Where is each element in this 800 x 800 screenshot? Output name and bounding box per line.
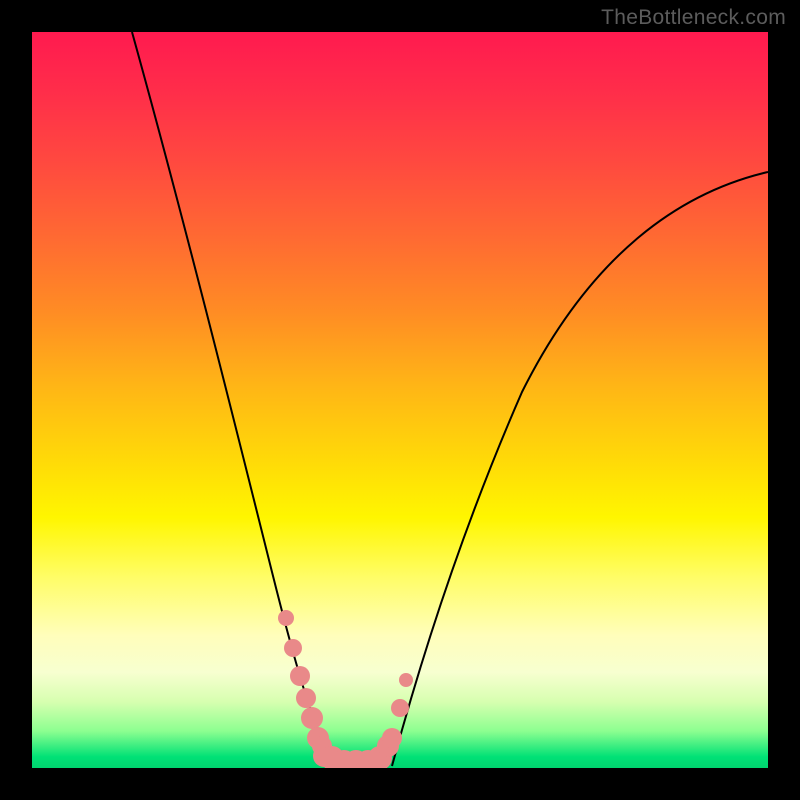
chart-frame xyxy=(32,32,768,768)
chart-svg xyxy=(32,32,768,768)
dot-cluster-right xyxy=(382,673,413,748)
watermark-text: TheBottleneck.com xyxy=(601,6,786,30)
right-curve xyxy=(392,172,768,766)
left-curve xyxy=(132,32,332,766)
